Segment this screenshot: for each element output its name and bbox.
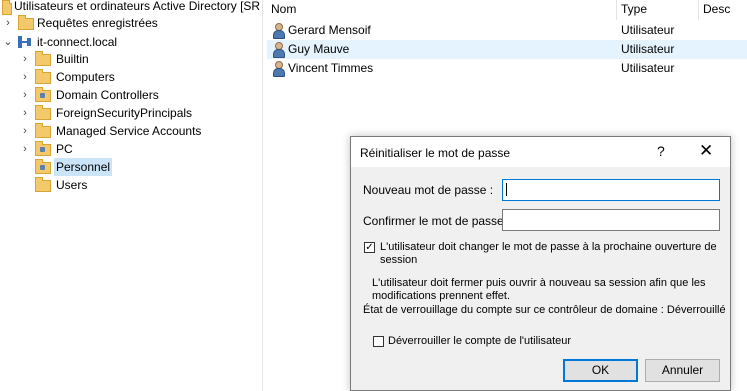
- column-header-desc[interactable]: Desc: [699, 0, 747, 20]
- chevron-right-icon[interactable]: ›: [20, 122, 30, 140]
- tree-item-personnel[interactable]: Personnel: [0, 158, 262, 176]
- info-text-line1: L'utilisateur doit fermer puis ouvrir à …: [372, 277, 706, 289]
- tree-item-label: Builtin: [56, 52, 89, 66]
- confirm-password-field[interactable]: [502, 209, 720, 231]
- unlock-account-label: Déverrouiller le compte de l'utilisateur: [388, 335, 572, 347]
- user-name: Vincent Timmes: [288, 61, 374, 75]
- reset-password-dialog: Réinitialiser le mot de passe ? ✕ Nouvea…: [350, 136, 731, 391]
- tree-root[interactable]: Utilisateurs et ordinateurs Active Direc…: [0, 0, 262, 15]
- folder-icon: [18, 15, 34, 30]
- tree-item-foreign-security-principals[interactable]: › ForeignSecurityPrincipals: [0, 104, 262, 122]
- tree-item-label: ForeignSecurityPrincipals: [56, 106, 193, 120]
- tree-item-domain-controllers[interactable]: › Domain Controllers: [0, 86, 262, 104]
- tree-item-label: Users: [56, 178, 88, 192]
- tree-item-domain[interactable]: ⌄ it-connect.local: [0, 33, 262, 51]
- tree-item-label: it-connect.local: [37, 35, 118, 49]
- tree-item-label: PC: [56, 142, 73, 156]
- tree-root-label: Utilisateurs et ordinateurs Active Direc…: [14, 0, 261, 13]
- new-password-label: Nouveau mot de passe :: [363, 183, 494, 197]
- chevron-right-icon[interactable]: ›: [20, 50, 30, 68]
- dialog-title-bar[interactable]: Réinitialiser le mot de passe ? ✕: [351, 137, 730, 167]
- must-change-password-label-line2: session: [380, 254, 418, 266]
- chevron-right-icon[interactable]: ›: [20, 86, 30, 104]
- must-change-password-checkbox[interactable]: ✓: [364, 242, 375, 253]
- list-item[interactable]: Guy Mauve Utilisateur: [267, 40, 747, 59]
- must-change-password-label-line1: L'utilisateur doit changer le mot de pas…: [380, 241, 717, 253]
- help-icon[interactable]: ?: [657, 143, 665, 159]
- tree-item-builtin[interactable]: › Builtin: [0, 50, 262, 68]
- folder-icon: [35, 177, 51, 192]
- ou-folder-icon: [35, 159, 51, 174]
- tree-item-label: Managed Service Accounts: [56, 124, 202, 138]
- lock-status-text: État de verrouillage du compte sur ce co…: [363, 304, 726, 316]
- column-header-type[interactable]: Type: [617, 0, 699, 20]
- user-type: Utilisateur: [621, 23, 675, 37]
- tree-item-label: Domain Controllers: [56, 88, 159, 102]
- chevron-down-icon[interactable]: ⌄: [3, 33, 13, 51]
- list-item[interactable]: Gerard Mensoif Utilisateur: [267, 21, 747, 40]
- console-tree: Utilisateurs et ordinateurs Active Direc…: [0, 0, 262, 391]
- user-type: Utilisateur: [621, 42, 675, 56]
- new-password-field-wrap: [502, 179, 720, 201]
- folder-icon: [35, 105, 51, 120]
- tree-item-saved-queries[interactable]: › Requêtes enregistrées: [0, 14, 262, 32]
- ou-folder-icon: [35, 141, 51, 156]
- chevron-right-icon[interactable]: ›: [20, 140, 30, 158]
- domain-icon: [18, 36, 34, 50]
- user-name: Gerard Mensoif: [288, 23, 371, 37]
- tree-item-pc[interactable]: › PC: [0, 140, 262, 158]
- folder-icon: [35, 123, 51, 138]
- ou-folder-icon: [35, 87, 51, 102]
- chevron-right-icon[interactable]: ›: [3, 14, 13, 32]
- tree-item-users[interactable]: Users: [0, 176, 262, 194]
- user-icon: [272, 23, 285, 39]
- folder-icon: [35, 51, 51, 66]
- dialog-title: Réinitialiser le mot de passe: [360, 146, 511, 160]
- tree-item-managed-service-accounts[interactable]: › Managed Service Accounts: [0, 122, 262, 140]
- tree-item-computers[interactable]: › Computers: [0, 68, 262, 86]
- new-password-field[interactable]: [502, 179, 720, 201]
- user-icon: [272, 61, 285, 77]
- close-icon[interactable]: ✕: [699, 141, 713, 161]
- list-item[interactable]: Vincent Timmes Utilisateur: [267, 59, 747, 78]
- confirm-password-label: Confirmer le mot de passe :: [363, 214, 511, 228]
- user-icon: [272, 42, 285, 58]
- tree-item-label: Requêtes enregistrées: [37, 16, 158, 30]
- chevron-right-icon[interactable]: ›: [20, 68, 30, 86]
- info-text-line2: modifications prennent effet.: [372, 290, 510, 302]
- chevron-right-icon[interactable]: ›: [20, 104, 30, 122]
- column-header-name[interactable]: Nom: [267, 0, 617, 20]
- tree-item-label: Personnel: [54, 158, 113, 176]
- folder-icon: [35, 69, 51, 84]
- user-type: Utilisateur: [621, 61, 675, 75]
- user-name: Guy Mauve: [288, 42, 350, 56]
- text-caret: [506, 183, 507, 196]
- tree-item-label: Computers: [56, 70, 115, 84]
- cancel-button[interactable]: Annuler: [645, 359, 720, 382]
- unlock-account-checkbox[interactable]: [373, 336, 384, 347]
- ok-button[interactable]: OK: [563, 359, 638, 382]
